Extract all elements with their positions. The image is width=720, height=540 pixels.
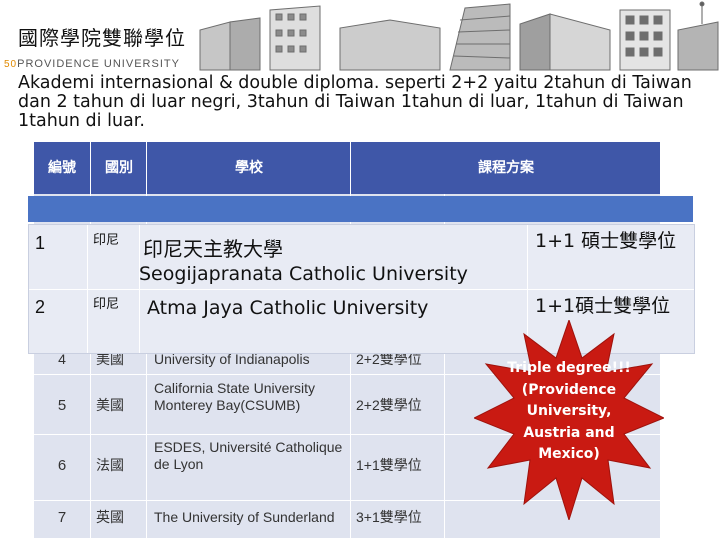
overlay-header-band: [28, 196, 693, 222]
university-name: PROVIDENCE UNIVERSITY: [17, 58, 180, 70]
row-program: 3+1雙學位: [356, 509, 422, 525]
row-number: 6: [57, 457, 67, 474]
campus-buildings-image: [190, 0, 720, 72]
row-school: ESDES, Université Catholique de Lyon: [154, 439, 343, 472]
row-school-en: Atma Jaya Catholic University: [147, 297, 429, 319]
row-country: 英國: [96, 509, 124, 525]
row-school: The University of Sunderland: [154, 509, 335, 525]
row-number: 5: [57, 397, 67, 414]
header-school: 學校: [146, 142, 351, 194]
page-title: 國際學院雙聯學位: [18, 26, 186, 50]
row-number: 7: [57, 509, 67, 526]
row-country: 美國: [96, 397, 124, 413]
row-country: 印尼: [93, 233, 120, 248]
table-header: 編號 國別 學校 課程方案: [34, 142, 660, 194]
row-program: 2+2雙學位: [356, 397, 422, 413]
row-school-en: Seogijapranata Catholic University: [139, 263, 468, 285]
row-number: 1: [35, 233, 46, 253]
intro-paragraph: Akademi internasional & double diploma. …: [18, 73, 692, 131]
row-program: 1+1碩士雙學位: [535, 295, 671, 317]
header-program: 課程方案: [350, 142, 661, 194]
header-banner: 國際學院雙聯學位 50PROVIDENCE UNIVERSITY: [0, 0, 720, 72]
row-school: California State University Monterey Bay…: [154, 380, 316, 413]
row-country: 法國: [96, 457, 124, 473]
university-logo-text: 50PROVIDENCE UNIVERSITY: [4, 58, 180, 70]
row-program: 1+1 碩士雙學位: [535, 230, 677, 252]
callout-text: Triple degree!!! (Providence University,…: [507, 360, 631, 462]
row-school-zh: 印尼天主教大學: [143, 237, 283, 261]
row-country: 印尼: [93, 297, 120, 312]
row-number: 2: [35, 297, 46, 317]
header-country: 國別: [90, 142, 147, 194]
row-program: 1+1雙學位: [356, 457, 422, 473]
university-number: 50: [4, 59, 18, 70]
header-number: 編號: [48, 160, 76, 176]
